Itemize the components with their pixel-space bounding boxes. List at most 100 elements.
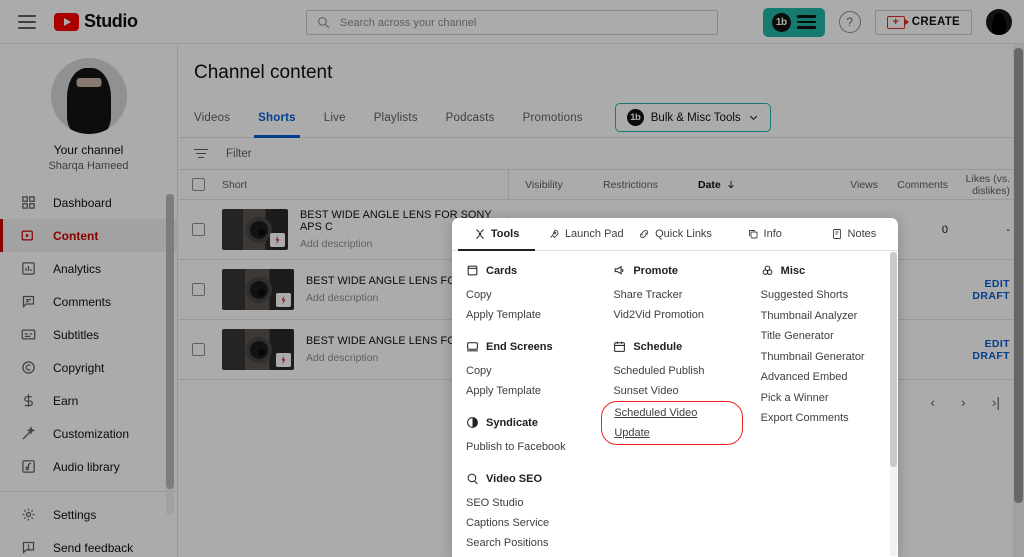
sidebar-item-subtitles[interactable]: Subtitles [0, 318, 177, 351]
group-misc: Misc [761, 264, 890, 277]
sidebar-item-send-feedback[interactable]: Send feedback [0, 531, 177, 557]
group-title: Syndicate [486, 416, 538, 429]
dollar-icon [20, 392, 37, 409]
row-checkbox[interactable] [178, 283, 218, 296]
menu-item-end-screens-apply-template[interactable]: Apply Template [466, 381, 595, 401]
menu-item-search-positions[interactable]: Search Positions [466, 533, 595, 553]
sidebar-scrollbar-thumb[interactable] [166, 194, 174, 489]
music-note-icon [20, 458, 37, 475]
sidebar-item-analytics[interactable]: Analytics [0, 252, 177, 285]
main-scrollbar-thumb[interactable] [1014, 48, 1023, 503]
group-title: Cards [486, 264, 518, 277]
popup-scrollbar-thumb[interactable] [890, 252, 897, 467]
avatar[interactable] [986, 9, 1012, 35]
thumbnail-lens-art [246, 277, 272, 303]
bulk-tools-pill-button[interactable]: 1b [762, 7, 825, 37]
menu-item-advanced-embed[interactable]: Advanced Embed [761, 367, 890, 388]
menu-item-pick-a-winner[interactable]: Pick a Winner [761, 388, 890, 409]
menu-item-export-comments[interactable]: Export Comments [761, 408, 890, 429]
sidebar-item-audio-library[interactable]: Audio library [0, 450, 177, 483]
syndicate-icon [466, 416, 479, 429]
tab-podcasts[interactable]: Podcasts [432, 98, 509, 138]
edit-draft-button[interactable]: EDIT DRAFT [972, 278, 1010, 302]
menu-item-share-tracker[interactable]: Share Tracker [613, 285, 742, 305]
sidebar-item-copyright[interactable]: Copyright [0, 351, 177, 384]
popup-tab-info[interactable]: Info [720, 218, 809, 250]
menu-item-cards-apply-template[interactable]: Apply Template [466, 305, 595, 325]
menu-item-scheduled-publish[interactable]: Scheduled Publish [613, 361, 742, 381]
popup-tabs: Tools Launch Pad Quick Links Info Notes [452, 218, 898, 251]
row-checkbox[interactable] [178, 343, 218, 356]
menu-item-suggested-shorts[interactable]: Suggested Shorts [761, 285, 890, 306]
filter-label[interactable]: Filter [226, 148, 252, 160]
popup-tab-tools[interactable]: Tools [452, 218, 541, 251]
hamburger-icon[interactable] [18, 14, 36, 29]
last-page-button[interactable]: ›| [992, 394, 1000, 410]
top-bar-actions: 1b ? CREATE [762, 0, 1012, 44]
select-all-checkbox[interactable] [178, 178, 218, 191]
menu-item-title-generator[interactable]: Title Generator [761, 326, 890, 347]
menu-item-vid2vid-promotion[interactable]: Vid2Vid Promotion [613, 305, 742, 325]
video-thumbnail[interactable] [222, 209, 288, 250]
group-syndicate: Syndicate [466, 416, 595, 429]
filter-bar[interactable]: Filter [178, 138, 1024, 170]
help-icon[interactable]: ? [838, 11, 861, 33]
shorts-badge-icon [276, 293, 291, 307]
tab-playlists[interactable]: Playlists [360, 98, 432, 138]
popup-tab-notes[interactable]: Notes [809, 218, 898, 250]
thumbnail-lens-art [246, 337, 272, 363]
menu-item-publish-to-facebook[interactable]: Publish to Facebook [466, 437, 595, 457]
edit-draft-button[interactable]: EDIT DRAFT [972, 338, 1010, 362]
menu-item-sunset-video[interactable]: Sunset Video [613, 381, 742, 401]
menu-item-scheduled-video-update[interactable]: Scheduled Video Update [601, 401, 743, 445]
menu-item-cards-copy[interactable]: Copy [466, 285, 595, 305]
gear-icon [20, 506, 37, 523]
sidebar-item-label: Comments [53, 294, 112, 309]
video-thumbnail[interactable] [222, 329, 294, 370]
tab-promotions[interactable]: Promotions [509, 98, 597, 138]
search-input[interactable] [340, 16, 717, 29]
sidebar-item-settings[interactable]: Settings [0, 498, 177, 531]
search-bar[interactable] [306, 10, 718, 35]
next-page-button[interactable]: › [961, 394, 966, 410]
popup-tab-label: Quick Links [655, 228, 712, 240]
popup-column-3: Misc Suggested Shorts Thumbnail Analyzer… [751, 264, 898, 557]
video-thumbnail[interactable] [222, 269, 294, 310]
bulk-misc-tools-button[interactable]: 1b Bulk & Misc Tools [614, 103, 771, 132]
column-date[interactable]: Date [698, 179, 808, 191]
tab-videos[interactable]: Videos [194, 98, 244, 138]
popup-body: Cards Copy Apply Template End Screens Co… [452, 251, 898, 557]
sidebar-divider [0, 491, 177, 492]
main-scrollbar[interactable] [1013, 44, 1024, 557]
menu-item-captions-service[interactable]: Captions Service [466, 513, 595, 533]
popup-tab-launch-pad[interactable]: Launch Pad [541, 218, 630, 250]
youtube-studio-logo[interactable]: Studio [54, 11, 138, 32]
sidebar-item-earn[interactable]: Earn [0, 384, 177, 417]
create-button[interactable]: CREATE [874, 9, 972, 35]
menu-item-seo-studio[interactable]: SEO Studio [466, 493, 595, 513]
sidebar-item-dashboard[interactable]: Dashboard [0, 186, 177, 219]
column-restrictions: Restrictions [603, 178, 658, 191]
sidebar-item-comments[interactable]: Comments [0, 285, 177, 318]
tab-shorts[interactable]: Shorts [244, 98, 310, 138]
tab-live[interactable]: Live [310, 98, 360, 138]
popup-tab-quick-links[interactable]: Quick Links [630, 218, 719, 250]
sidebar-scrollbar[interactable] [166, 194, 174, 514]
menu-item-end-screens-copy[interactable]: Copy [466, 361, 595, 381]
seo-search-icon [466, 472, 479, 485]
menu-item-recommended-tags[interactable]: Recommended Tags [466, 553, 595, 557]
filter-icon[interactable] [194, 148, 208, 159]
prev-page-button[interactable]: ‹ [930, 394, 935, 410]
group-title: Video SEO [486, 472, 543, 485]
channel-avatar[interactable] [50, 58, 127, 134]
bulk-tools-popup: Tools Launch Pad Quick Links Info Notes … [452, 218, 898, 557]
rocket-icon [548, 228, 560, 240]
row-checkbox[interactable] [178, 223, 218, 236]
menu-item-thumbnail-generator[interactable]: Thumbnail Generator [761, 347, 890, 368]
menu-item-thumbnail-analyzer[interactable]: Thumbnail Analyzer [761, 306, 890, 327]
sidebar-item-label: Analytics [53, 261, 102, 276]
sidebar-item-label: Audio library [53, 459, 120, 474]
popup-scrollbar[interactable] [890, 252, 897, 556]
sidebar-item-customization[interactable]: Customization [0, 417, 177, 450]
sidebar-item-content[interactable]: Content [0, 219, 177, 252]
